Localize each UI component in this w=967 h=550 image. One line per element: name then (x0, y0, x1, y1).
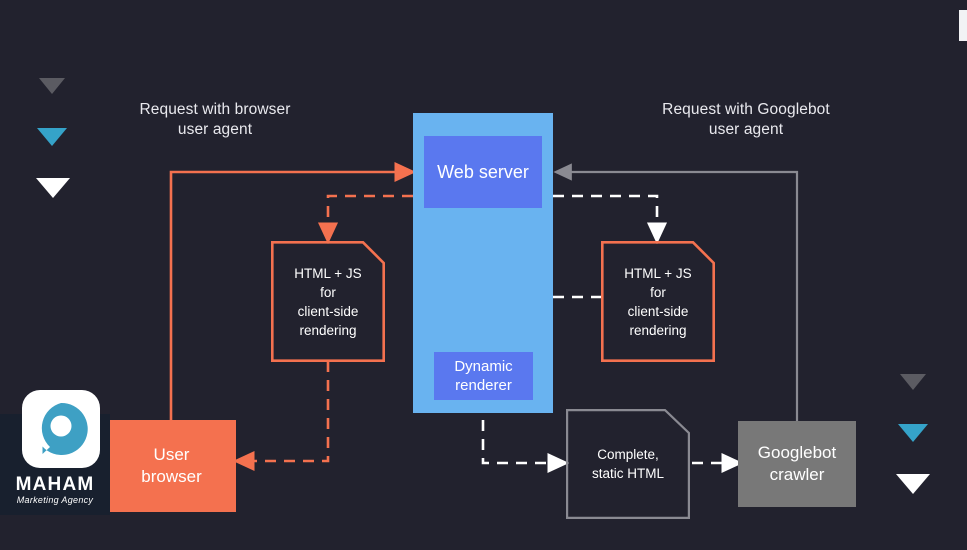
node-web-server[interactable]: Web server (424, 136, 542, 208)
node-html-js-right[interactable]: HTML + JS for client-side rendering (601, 241, 715, 362)
node-html-js-left[interactable]: HTML + JS for client-side rendering (271, 241, 385, 362)
triangle-gray-icon (900, 374, 926, 390)
node-dynamic-renderer[interactable]: Dynamic renderer (434, 352, 533, 400)
node-dynamic-renderer-label: Dynamic renderer (454, 358, 513, 394)
maham-logo: MAHAM Marketing Agency (0, 390, 110, 515)
node-user-browser-label: User browser (141, 445, 202, 486)
triangle-white-icon (36, 178, 70, 198)
node-googlebot-crawler-label: Googlebot crawler (757, 443, 837, 484)
caption-left-request: Request with browser user agent (139, 101, 291, 138)
node-googlebot-crawler[interactable]: Googlebot crawler (738, 421, 856, 507)
logo-tagline: Marketing Agency (16, 495, 94, 505)
triangle-teal-icon (37, 128, 67, 146)
caption-right-request: Request with Googlebot user agent (662, 101, 830, 138)
node-html-js-left-label: HTML + JS for client-side rendering (294, 265, 362, 338)
node-html-js-right-label: HTML + JS for client-side rendering (624, 265, 692, 338)
node-static-html-label: Complete, static HTML (591, 447, 664, 481)
triangle-gray-icon (39, 78, 65, 94)
node-static-html[interactable]: Complete, static HTML (566, 409, 690, 519)
node-web-server-label: Web server (437, 161, 529, 182)
diagram-canvas: Request with browser user agent Request … (0, 0, 967, 550)
logo-circle-icon (32, 400, 90, 463)
node-user-browser[interactable]: User browser (107, 420, 236, 512)
logo-wordmark: MAHAM (15, 474, 95, 495)
triangle-white-icon (896, 474, 930, 494)
triangle-teal-icon (898, 424, 928, 442)
right-edge-sliver (959, 10, 967, 41)
